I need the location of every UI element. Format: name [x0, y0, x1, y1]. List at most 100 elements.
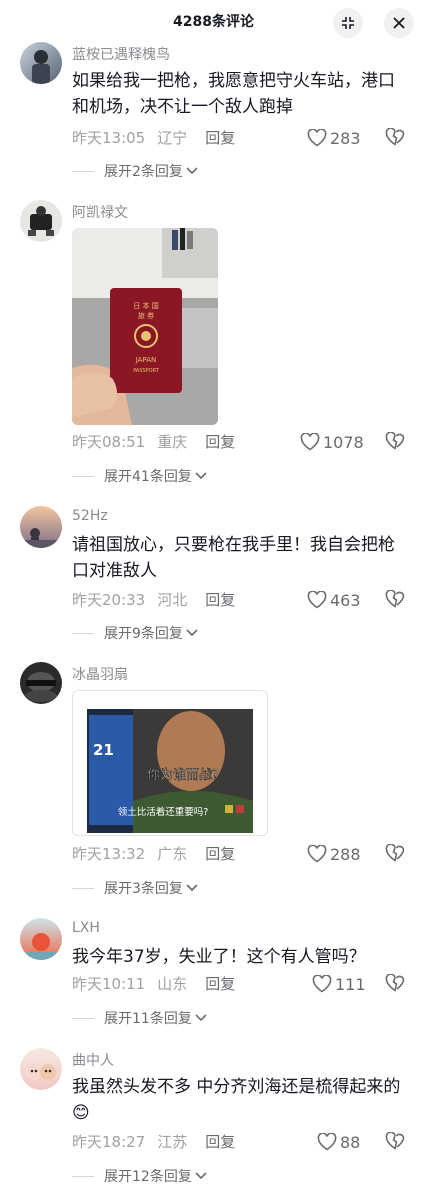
heart-icon: [317, 1133, 337, 1151]
comment-location: 河北: [157, 591, 188, 609]
reply-button[interactable]: 回复: [205, 129, 235, 147]
dislike-button[interactable]: [385, 431, 405, 452]
expand-replies-button[interactable]: 展开11条回复: [72, 1008, 207, 1028]
divider-line: [72, 475, 94, 477]
avatar[interactable]: [20, 42, 62, 84]
chevron-down-icon: [186, 884, 198, 892]
comment-meta: 昨天10:11 山东 回复: [72, 974, 235, 994]
passport-text: 日 本 国: [133, 301, 158, 310]
comment-item: 52Hz 请祖国放心，只要枪在我手里！我自会把枪口对准敌人 昨天20:33 河北回…: [0, 506, 427, 656]
chevron-down-icon: [186, 167, 198, 175]
avatar[interactable]: [20, 506, 62, 548]
like-count: 111: [335, 974, 366, 994]
svg-text:21: 21: [93, 741, 114, 759]
expand-replies-label: 展开2条回复: [104, 164, 183, 180]
divider-line: [72, 887, 94, 889]
broken-heart-icon: [385, 127, 405, 146]
avatar[interactable]: [20, 200, 62, 242]
divider-line: [72, 1017, 94, 1019]
like-button[interactable]: 1078: [300, 432, 364, 452]
like-button[interactable]: 283: [307, 128, 361, 148]
collapse-button[interactable]: [333, 8, 363, 38]
username[interactable]: 蓝桉已遇释槐鸟: [72, 44, 170, 64]
comment-location: 重庆: [157, 433, 188, 451]
comment-meta: 昨天13:32 广东 回复: [72, 844, 235, 864]
comment-location: 广东: [157, 845, 188, 863]
expand-replies-button[interactable]: 展开3条回复: [72, 878, 198, 898]
divider-line: [72, 170, 94, 172]
expand-replies-button[interactable]: 展开2条回复: [72, 161, 198, 181]
avatar[interactable]: [20, 662, 62, 704]
avatar[interactable]: [20, 1048, 62, 1090]
like-count: 1078: [323, 432, 364, 452]
broken-heart-icon: [385, 431, 405, 450]
broken-heart-icon: [385, 589, 405, 608]
dislike-button[interactable]: [385, 843, 405, 864]
comment-time: 昨天13:05: [72, 129, 146, 147]
expand-replies-label: 展开11条回复: [104, 1011, 192, 1027]
dislike-button[interactable]: [385, 973, 405, 994]
username[interactable]: 52Hz: [72, 508, 108, 524]
like-button[interactable]: 111: [312, 974, 366, 994]
broken-heart-icon: [385, 843, 405, 862]
like-count: 288: [330, 844, 361, 864]
username[interactable]: LXH: [72, 920, 100, 936]
comment-location: 山东: [157, 975, 188, 993]
like-button[interactable]: 463: [307, 590, 361, 610]
divider-line: [72, 1175, 94, 1177]
chevron-down-icon: [195, 1014, 207, 1022]
reply-button[interactable]: 回复: [205, 975, 235, 993]
like-count: 88: [340, 1132, 361, 1152]
username[interactable]: 曲中人: [72, 1050, 114, 1070]
heart-icon: [307, 129, 327, 147]
reply-button[interactable]: 回复: [205, 845, 235, 863]
dislike-button[interactable]: [385, 127, 405, 148]
passport-text: JAPAN: [135, 356, 157, 364]
divider-line: [72, 632, 94, 634]
comments-header: 4288条评论: [0, 0, 427, 42]
heart-icon: [312, 975, 332, 993]
image-caption: 领土比活着还重要吗?: [118, 806, 209, 818]
expand-replies-button[interactable]: 展开9条回复: [72, 623, 198, 643]
reply-button[interactable]: 回复: [205, 1133, 235, 1151]
expand-replies-label: 展开12条回复: [104, 1169, 192, 1185]
heart-icon: [300, 433, 320, 451]
username[interactable]: 阿凯禄文: [72, 202, 128, 222]
comment-time: 昨天08:51: [72, 433, 146, 451]
comment-meta: 昨天18:27 江苏 回复: [72, 1132, 235, 1152]
comment-item: 曲中人 我虽然头发不多 中分齐刘海还是梳得起来的😊 昨天18:27 江苏 回复 88…: [0, 1048, 427, 1198]
heart-icon: [307, 591, 327, 609]
expand-replies-label: 展开9条回复: [104, 626, 183, 642]
reply-button[interactable]: 回复: [205, 591, 235, 609]
reply-button[interactable]: 回复: [205, 433, 235, 451]
comment-image[interactable]: 21 你为谁而战? 领土比活着还重要吗?: [72, 690, 268, 836]
comment-time: 昨天13:32: [72, 845, 146, 863]
like-button[interactable]: 88: [317, 1132, 360, 1152]
dislike-button[interactable]: [385, 589, 405, 610]
expand-replies-label: 展开3条回复: [104, 881, 183, 897]
comment-item: 阿凯禄文 日 本 国 旅 券 JAPAN PASSPORT 昨天08:51 重庆回…: [0, 200, 427, 490]
comment-item: 蓝桉已遇释槐鸟 如果给我一把枪，我愿意把守火车站，港口和机场，决不让一个敌人跑掉…: [0, 42, 427, 192]
chevron-down-icon: [195, 1172, 207, 1180]
close-icon: [393, 17, 405, 29]
passport-text: 旅 券: [138, 311, 154, 320]
image-caption: 你为谁而战?: [147, 768, 219, 783]
comment-location: 江苏: [157, 1133, 188, 1151]
passport-text: PASSPORT: [133, 368, 160, 374]
comment-meta: 昨天13:05 辽宁 回复: [72, 128, 235, 148]
expand-replies-label: 展开41条回复: [104, 469, 192, 485]
comment-item: 冰晶羽扇 21 你为谁而战? 领土比活着还重要吗? 昨天13:32 广东 回复 28…: [0, 662, 427, 902]
dislike-button[interactable]: [385, 1131, 405, 1152]
like-count: 283: [330, 128, 361, 148]
comment-image[interactable]: 日 本 国 旅 券 JAPAN PASSPORT: [72, 228, 218, 425]
expand-replies-button[interactable]: 展开12条回复: [72, 1166, 207, 1186]
comment-time: 昨天20:33: [72, 591, 146, 609]
username[interactable]: 冰晶羽扇: [72, 664, 128, 684]
comment-text: 如果给我一把枪，我愿意把守火车站，港口和机场，决不让一个敌人跑掉: [72, 71, 395, 117]
like-button[interactable]: 288: [307, 844, 361, 864]
expand-replies-button[interactable]: 展开41条回复: [72, 466, 207, 486]
close-button[interactable]: [384, 8, 414, 38]
avatar[interactable]: [20, 918, 62, 960]
like-count: 463: [330, 590, 361, 610]
comment-location: 辽宁: [157, 129, 188, 147]
